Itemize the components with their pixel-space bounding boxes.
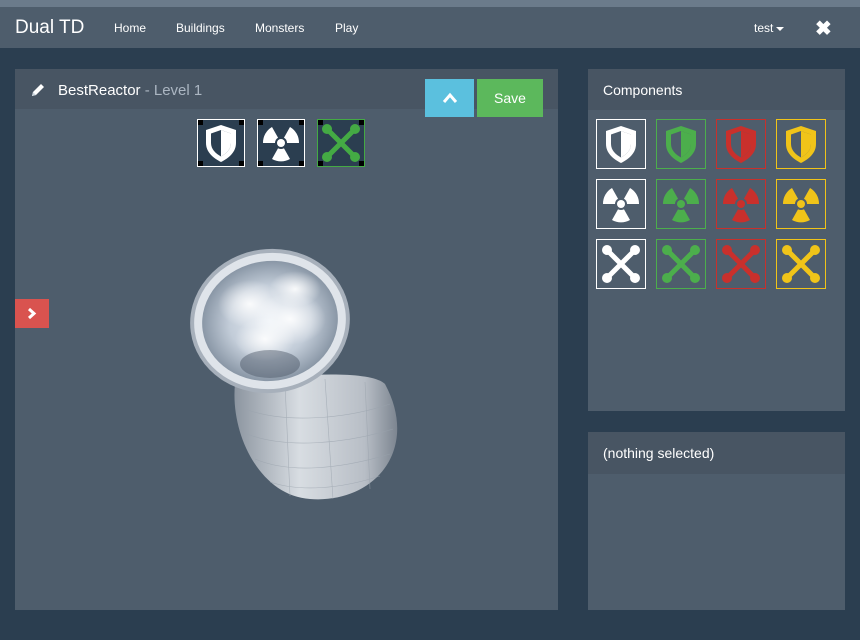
nav-monsters[interactable]: Monsters xyxy=(255,21,304,35)
shield-icon xyxy=(786,126,816,163)
tools-icon xyxy=(322,124,360,162)
shield-icon xyxy=(606,126,636,163)
expand-sidebar-button[interactable] xyxy=(15,299,49,328)
component-radiation-white[interactable] xyxy=(596,179,646,229)
reactor-model[interactable] xyxy=(175,234,405,504)
chevron-right-icon xyxy=(27,307,37,320)
component-shield-white[interactable] xyxy=(596,119,646,169)
slot-tools[interactable] xyxy=(317,119,365,167)
component-radiation-red[interactable] xyxy=(716,179,766,229)
building-name: BestReactor xyxy=(58,82,141,99)
editor-panel: BestReactor - Level 1 Save xyxy=(15,69,558,610)
caret-down-icon xyxy=(776,26,785,31)
tools-icon xyxy=(602,245,640,283)
tools-icon xyxy=(662,245,700,283)
selection-heading: (nothing selected) xyxy=(588,432,845,474)
slot-shield[interactable] xyxy=(197,119,245,167)
components-panel: Components xyxy=(588,69,845,411)
navbar: Dual TD Home Buildings Monsters Play tes… xyxy=(0,7,860,48)
components-title: Components xyxy=(603,82,683,98)
selection-panel: (nothing selected) xyxy=(588,432,845,610)
top-strip xyxy=(0,0,860,7)
components-heading: Components xyxy=(588,69,845,110)
tools-icon xyxy=(782,245,820,283)
close-icon[interactable]: ✖ xyxy=(815,16,832,41)
radiation-icon xyxy=(262,127,300,162)
shield-icon xyxy=(666,126,696,163)
pencil-icon[interactable] xyxy=(29,81,47,99)
component-radiation-yellow[interactable] xyxy=(776,179,826,229)
radiation-icon xyxy=(782,188,820,223)
nav-play[interactable]: Play xyxy=(335,21,358,35)
move-up-button[interactable] xyxy=(425,79,474,117)
building-title: BestReactor - Level 1 xyxy=(58,82,202,99)
save-button[interactable]: Save xyxy=(477,79,543,117)
brand-logo[interactable]: Dual TD xyxy=(15,17,84,39)
tools-icon xyxy=(722,245,760,283)
component-tools-red[interactable] xyxy=(716,239,766,289)
building-level: - Level 1 xyxy=(140,82,203,99)
selection-title: (nothing selected) xyxy=(603,445,715,461)
radiation-icon xyxy=(662,188,700,223)
component-shield-green[interactable] xyxy=(656,119,706,169)
user-menu[interactable]: test xyxy=(754,21,785,35)
slot-radiation[interactable] xyxy=(257,119,305,167)
component-tools-green[interactable] xyxy=(656,239,706,289)
component-shield-red[interactable] xyxy=(716,119,766,169)
component-radiation-green[interactable] xyxy=(656,179,706,229)
radiation-icon xyxy=(602,188,640,223)
radiation-icon xyxy=(722,188,760,223)
shield-icon xyxy=(206,125,236,162)
shield-icon xyxy=(726,126,756,163)
nav-home[interactable]: Home xyxy=(114,21,146,35)
user-name: test xyxy=(754,21,774,35)
chevron-up-icon xyxy=(442,92,457,103)
component-tools-white[interactable] xyxy=(596,239,646,289)
nav-buildings[interactable]: Buildings xyxy=(176,21,225,35)
component-tools-yellow[interactable] xyxy=(776,239,826,289)
component-shield-yellow[interactable] xyxy=(776,119,826,169)
